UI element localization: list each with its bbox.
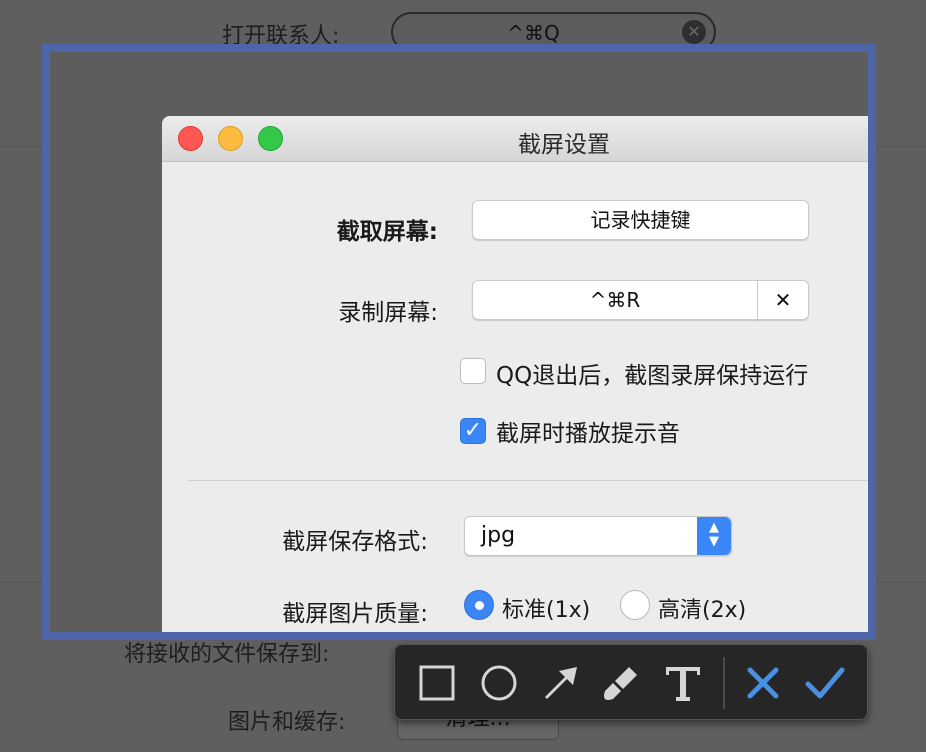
arrow-tool-button[interactable] (537, 659, 585, 707)
cancel-icon (747, 667, 779, 699)
save-files-row: 将接收的文件保存到: (124, 636, 329, 668)
ellipse-tool-button[interactable] (475, 659, 523, 707)
quality-label: 截屏图片质量: (282, 601, 428, 627)
play-sound-checkbox[interactable]: ✓ (460, 418, 486, 444)
format-label: 截屏保存格式: (282, 529, 428, 555)
record-shortcut-field[interactable]: ^⌘R (472, 280, 758, 320)
clear-record-shortcut-button[interactable]: ✕ (757, 280, 809, 320)
brush-icon (604, 667, 637, 700)
keep-running-label: QQ退出后，截图录屏保持运行 (496, 363, 809, 389)
quality-standard-radio[interactable] (464, 590, 494, 620)
screenshot-settings-window: 截屏设置 截取屏幕: 记录快捷键 录制屏幕: ^⌘R ✕ QQ退出后，截图录屏保… (162, 116, 868, 632)
record-shortcut-button[interactable]: 记录快捷键 (472, 200, 809, 240)
cancel-button[interactable] (739, 659, 787, 707)
screenshot-selection[interactable]: 截屏设置 截取屏幕: 记录快捷键 录制屏幕: ^⌘R ✕ QQ退出后，截图录屏保… (42, 44, 876, 640)
open-contacts-shortcut: ^⌘Q (507, 21, 560, 45)
minimize-window-button[interactable] (218, 126, 243, 151)
save-files-label: 将接收的文件保存到: (124, 642, 330, 667)
images-cache-row: 图片和缓存: (228, 704, 345, 736)
ellipse-icon (481, 665, 517, 701)
annotation-toolbar (394, 644, 868, 720)
select-arrows-icon: ▲ ▼ (697, 517, 731, 555)
close-window-button[interactable] (178, 126, 203, 151)
format-select[interactable]: jpg ▲ ▼ (464, 516, 732, 556)
quality-standard-label: 标准(1x) (502, 598, 591, 623)
record-screen-label: 录制屏幕: (338, 300, 438, 326)
brush-tool-button[interactable] (597, 659, 645, 707)
window-titlebar: 截屏设置 (162, 116, 868, 162)
keep-running-checkbox[interactable] (460, 358, 486, 384)
play-sound-label: 截屏时播放提示音 (496, 421, 680, 447)
images-cache-label: 图片和缓存: (228, 710, 346, 735)
maximize-window-button[interactable] (258, 126, 283, 151)
capture-screen-label: 截取屏幕: (336, 219, 438, 245)
quality-hd-label: 高清(2x) (658, 598, 747, 623)
rectangle-tool-button[interactable] (413, 659, 461, 707)
quality-hd-radio[interactable] (620, 590, 650, 620)
text-icon (666, 667, 700, 701)
format-value: jpg (481, 523, 516, 548)
arrow-icon (545, 667, 577, 699)
section-divider (188, 480, 868, 481)
clear-shortcut-icon[interactable]: ✕ (682, 20, 706, 44)
window-title: 截屏设置 (518, 132, 610, 158)
confirm-icon (805, 667, 845, 699)
rectangle-icon (419, 665, 455, 701)
confirm-button[interactable] (801, 659, 849, 707)
toolbar-divider (723, 657, 725, 709)
text-tool-button[interactable] (659, 659, 707, 707)
